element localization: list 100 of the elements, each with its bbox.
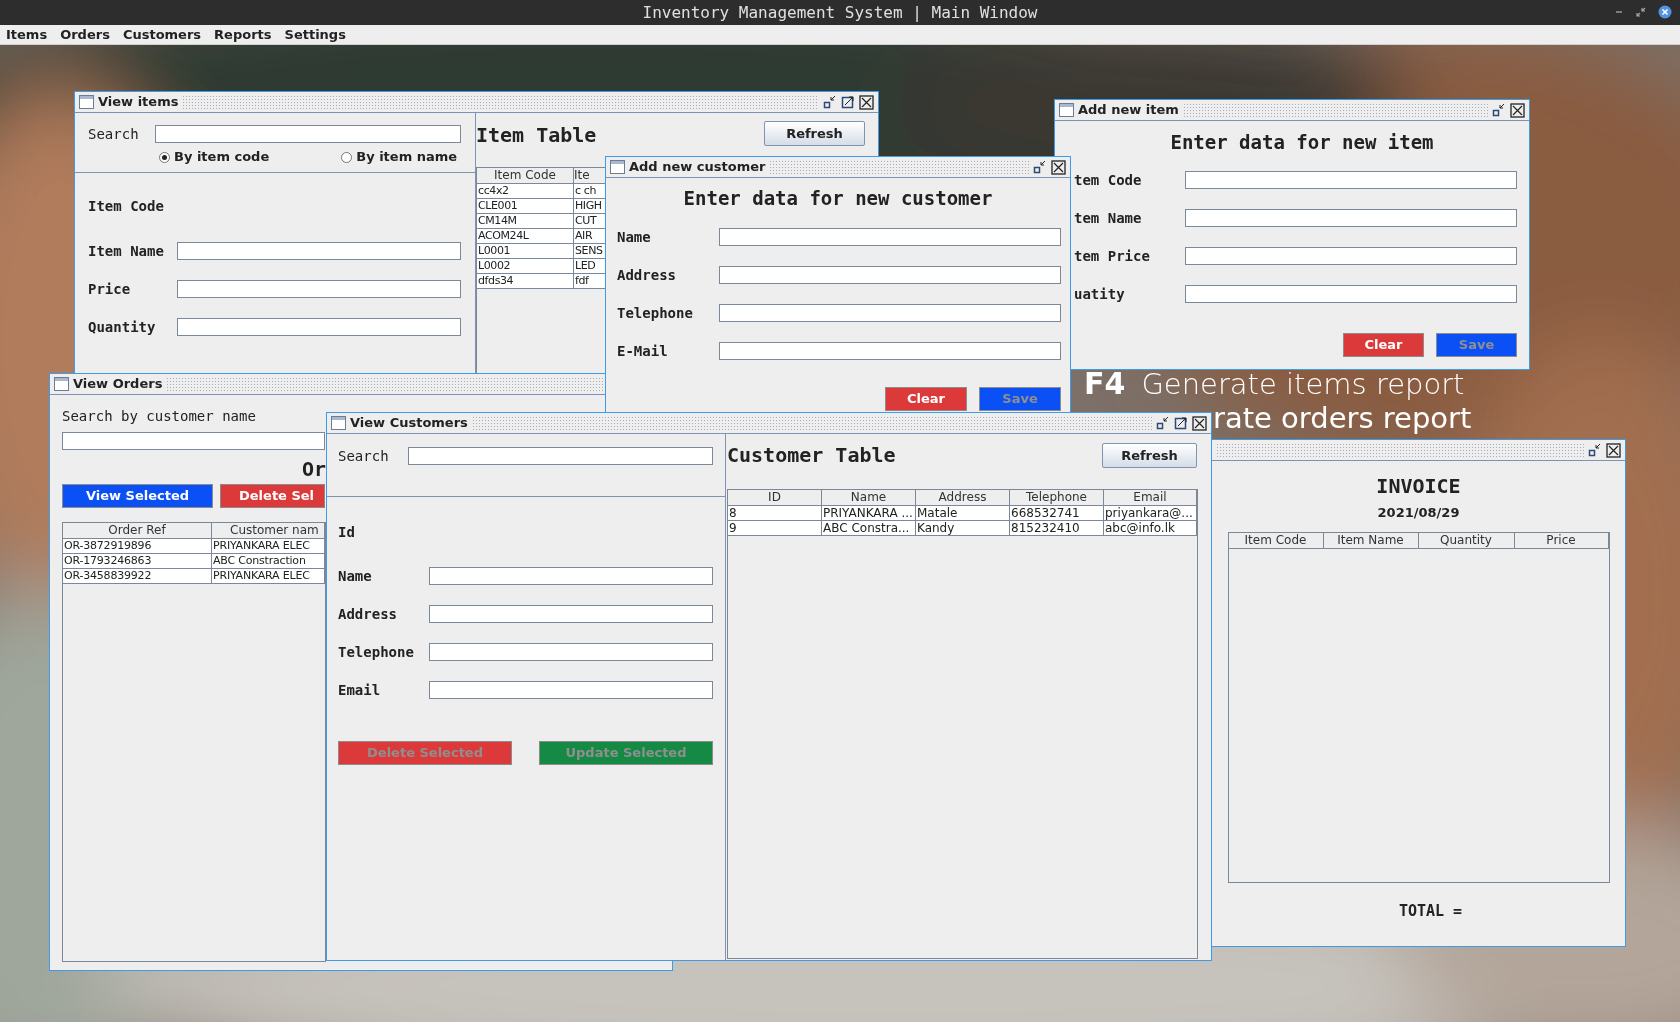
field-label: Search by customer name — [62, 407, 256, 426]
text-field[interactable] — [155, 125, 461, 143]
field-label: Name — [617, 227, 652, 247]
column-header[interactable]: Item Code — [1228, 532, 1324, 549]
field-label: Item Name — [88, 241, 165, 261]
form-heading: Enter data for new item — [1169, 130, 1435, 154]
radio-option[interactable]: By item code — [159, 147, 270, 167]
menu-item[interactable]: Orders — [60, 24, 110, 45]
table-cell: CLE001 — [477, 199, 574, 214]
column-header[interactable]: ID — [728, 490, 822, 506]
menu-item[interactable]: Settings — [284, 24, 346, 45]
close-icon[interactable] — [1051, 159, 1066, 175]
column-header[interactable]: Telephone — [1010, 490, 1104, 506]
text-field[interactable] — [177, 318, 461, 336]
column-header[interactable]: Email — [1104, 490, 1197, 506]
column-header[interactable]: Order Ref — [63, 523, 212, 539]
field-label: E-Mail — [617, 341, 669, 361]
table-cell: ACOM24L — [477, 229, 574, 244]
close-icon[interactable] — [1658, 5, 1672, 19]
column-header[interactable]: Item Name — [1323, 532, 1419, 549]
text-field[interactable] — [1185, 285, 1517, 303]
table-cell: Matale — [916, 506, 1010, 521]
table-cell: AIR — [574, 229, 606, 244]
menu-item[interactable]: Customers — [122, 24, 202, 45]
table-cell: 9 — [728, 521, 822, 536]
text-field[interactable] — [408, 447, 713, 465]
column-header[interactable]: Ite — [574, 168, 606, 184]
minimize-icon[interactable] — [1156, 416, 1170, 430]
text-field[interactable] — [62, 432, 325, 450]
field-label: uatity — [1074, 284, 1126, 304]
menu-item[interactable]: Reports — [214, 24, 272, 45]
field-label: Price — [88, 279, 132, 299]
table-cell: OR-3458839922 — [63, 569, 212, 584]
text-field[interactable] — [429, 643, 713, 661]
field-label: tem Price — [1074, 246, 1151, 266]
field-label: Search — [88, 124, 140, 144]
form-heading: Enter data for new customer — [682, 186, 994, 211]
text-field[interactable] — [1185, 171, 1517, 189]
text-field[interactable] — [1185, 247, 1517, 265]
window-title: Add new item — [1078, 101, 1179, 120]
text-field[interactable] — [429, 567, 713, 585]
table-cell: CM14M — [477, 214, 574, 229]
minimize-icon[interactable] — [1588, 443, 1602, 457]
table-cell: LED — [574, 259, 606, 274]
field-label: tem Name — [1074, 208, 1143, 228]
minimize-icon[interactable] — [1033, 160, 1047, 174]
column-header[interactable]: Item Code — [477, 168, 574, 184]
text-field[interactable] — [429, 605, 713, 623]
maximize-icon[interactable] — [841, 95, 855, 109]
field-label: Address — [617, 265, 677, 285]
text-field[interactable] — [719, 304, 1061, 322]
radio-option[interactable]: By item name — [341, 147, 458, 167]
text-field[interactable] — [177, 242, 461, 260]
column-header[interactable]: Address — [916, 490, 1010, 506]
table-cell: HIGH — [574, 199, 606, 214]
field-label: Telephone — [617, 303, 694, 323]
text-field[interactable] — [177, 280, 461, 298]
refresh-button[interactable]: Refresh — [764, 121, 865, 146]
table-cell: 668532741 — [1010, 506, 1104, 521]
window-title: Inventory Management System | Main Window — [642, 1, 1038, 24]
action-button[interactable]: Delete Sel — [220, 484, 325, 508]
close-icon[interactable] — [1192, 415, 1207, 431]
refresh-button[interactable]: Refresh — [1102, 443, 1197, 468]
field-label: Search — [338, 446, 390, 466]
table-cell: cc4x2 — [477, 184, 574, 199]
minimize-icon[interactable] — [1492, 103, 1506, 117]
column-header[interactable]: Quantity — [1418, 532, 1515, 549]
maximize-icon[interactable] — [1174, 416, 1188, 430]
close-icon[interactable] — [859, 94, 874, 110]
table-cell: CUT — [574, 214, 606, 229]
table-cell: abc@info.lk — [1104, 521, 1197, 536]
table-cell: priyankara@... — [1104, 506, 1197, 521]
table-cell: L0002 — [477, 259, 574, 274]
table-cell: PRIYANKARA ... — [822, 506, 916, 521]
close-icon[interactable] — [1606, 442, 1621, 458]
field-label: Email — [338, 680, 382, 700]
text-field[interactable] — [719, 266, 1061, 284]
table-cell: c ch — [574, 184, 606, 199]
text-field[interactable] — [1185, 209, 1517, 227]
column-header[interactable]: Customer nam — [212, 523, 325, 539]
table-cell: L0001 — [477, 244, 574, 259]
restore-icon[interactable] — [1636, 7, 1646, 17]
action-button[interactable]: View Selected — [62, 484, 213, 508]
table-cell: PRIYANKARA ELEC — [212, 539, 325, 554]
column-header[interactable]: Price — [1514, 532, 1609, 549]
table-cell: dfds34 — [477, 274, 574, 289]
window-title: View items — [98, 93, 179, 112]
field-label: Item Code — [88, 196, 165, 216]
action-button[interactable]: Clear — [885, 387, 967, 411]
field-label: Address — [338, 604, 398, 624]
text-field[interactable] — [429, 681, 713, 699]
menu-item[interactable]: Items — [6, 24, 48, 45]
action-button[interactable]: Clear — [1343, 333, 1424, 357]
invoice-date: 2021/08/29 — [1377, 504, 1460, 522]
close-icon[interactable] — [1510, 102, 1525, 118]
column-header[interactable]: Name — [822, 490, 916, 506]
minimize-icon[interactable] — [823, 95, 837, 109]
section-heading: Item Table — [476, 122, 597, 149]
text-field[interactable] — [719, 342, 1061, 360]
text-field[interactable] — [719, 228, 1061, 246]
